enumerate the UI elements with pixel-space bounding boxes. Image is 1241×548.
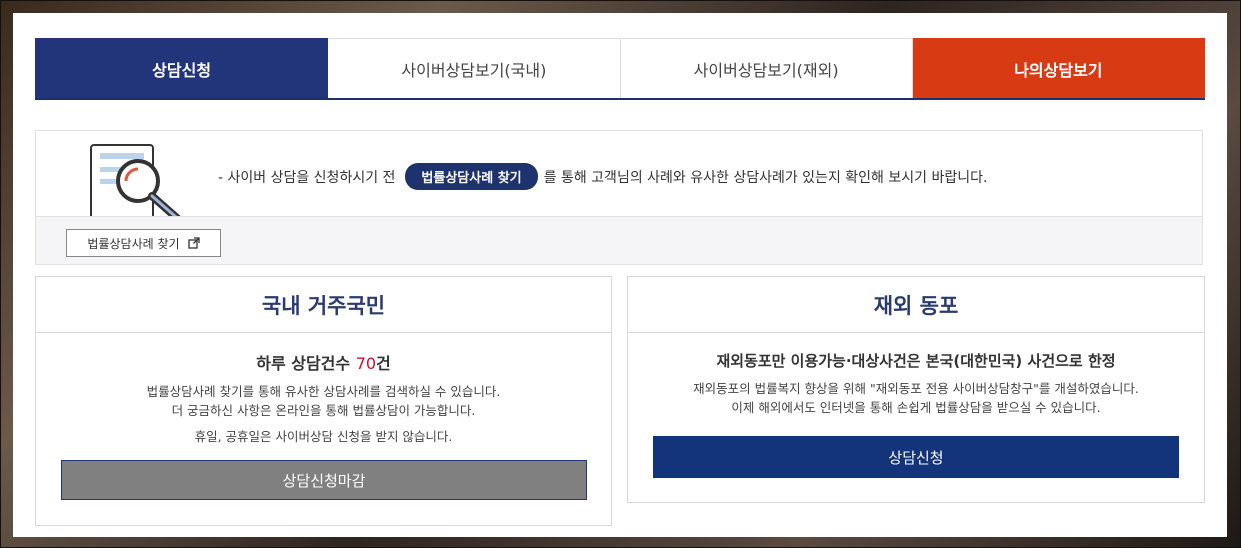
overseas-description: 재외동포의 법률복지 향상을 위해 "재외동포 전용 사이버상담창구"를 개설하… [628,379,1204,417]
tab-my-consultation[interactable]: 나의상담보기 [912,38,1205,98]
domestic-box: 국내 거주국민 하루 상담건수 70건 법률상담사례 찾기를 통해 유사한 상담… [35,276,612,526]
overseas-title: 재외 동포 [628,277,1204,333]
tab-cyber-domestic[interactable]: 사이버상담보기(국내) [328,38,621,98]
daily-count-prefix: 하루 상담건수 [256,354,356,373]
main-panel: 상담신청 사이버상담보기(국내) 사이버상담보기(재외) 나의상담보기 - 사이… [13,13,1227,537]
document-search-icon [90,144,182,219]
daily-count-value: 70 [355,354,377,373]
domestic-title: 국내 거주국민 [36,277,611,333]
overseas-desc-line: 재외동포의 법률복지 향상을 위해 "재외동포 전용 사이버상담창구"를 개설하… [693,381,1139,396]
case-search-button[interactable]: 법률상담사례 찾기 [66,229,221,257]
domestic-desc-line: 법률상담사례 찾기를 통해 유사한 상담사례를 검색하실 수 있습니다. [146,384,501,399]
overseas-subtitle: 재외동포만 이용가능·대상사건은 본국(대한민국) 사건으로 한정 [716,352,1116,370]
overseas-desc-line: 이제 해외에서도 인터넷을 통해 손쉽게 법률상담을 받으실 수 있습니다. [731,400,1101,415]
notice-top: - 사이버 상담을 신청하시기 전 법률상담사례 찾기 를 통해 고객님의 사례… [36,131,1202,219]
apply-closed-button[interactable]: 상담신청마감 [61,460,587,500]
overseas-box: 재외 동포 재외동포만 이용가능·대상사건은 본국(대한민국) 사건으로 한정 … [627,276,1205,503]
tab-apply[interactable]: 상담신청 [35,38,329,98]
notice-suffix: 를 통해 고객님의 사례와 유사한 상담사례가 있는지 확인해 보시기 바랍니다… [543,169,988,186]
external-link-icon [187,237,200,249]
case-search-button-label: 법률상담사례 찾기 [87,236,180,251]
daily-count: 하루 상담건수 70건 [36,350,611,374]
holiday-notice: 휴일, 공휴일은 사이버상담 신청을 받지 않습니다. [194,429,453,444]
notice-prefix: - 사이버 상담을 신청하시기 전 [218,169,396,186]
domestic-desc-line: 더 궁금하신 사항은 온라인을 통해 법률상담이 가능합니다. [171,403,476,418]
notice-bottom: 법률상담사례 찾기 [36,216,1202,264]
daily-count-suffix: 건 [376,354,391,373]
tab-cyber-overseas[interactable]: 사이버상담보기(재외) [620,38,913,98]
case-search-pill: 법률상담사례 찾기 [405,163,538,190]
notice-box: - 사이버 상담을 신청하시기 전 법률상담사례 찾기 를 통해 고객님의 사례… [35,130,1203,265]
domestic-description: 법률상담사례 찾기를 통해 유사한 상담사례를 검색하실 수 있습니다. 더 궁… [36,382,611,420]
notice-text: - 사이버 상담을 신청하시기 전 법률상담사례 찾기 를 통해 고객님의 사례… [218,163,987,190]
tab-bar: 상담신청 사이버상담보기(국내) 사이버상담보기(재외) 나의상담보기 [35,38,1205,100]
overseas-apply-button[interactable]: 상담신청 [653,436,1179,478]
